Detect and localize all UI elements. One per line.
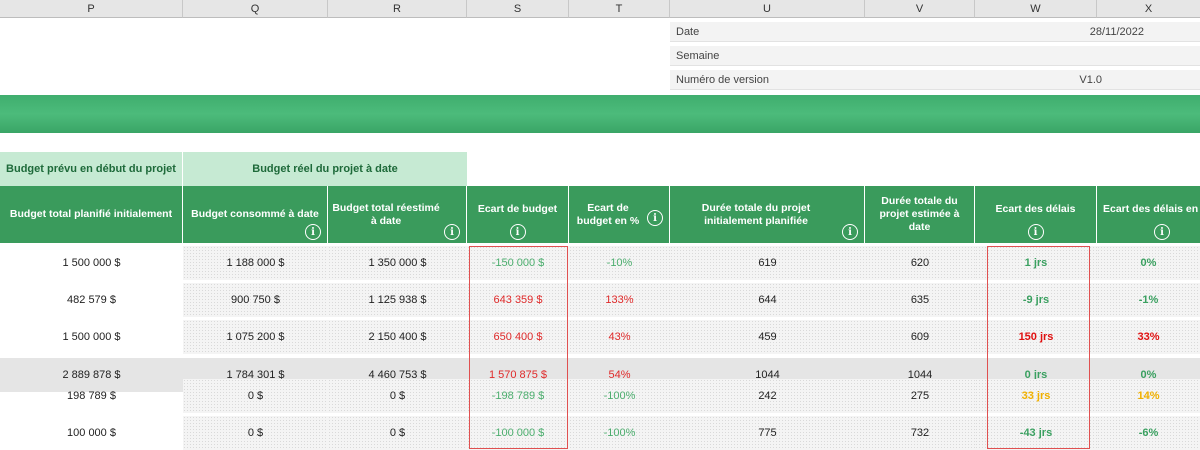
header-budget-gap-pct-label: Ecart de budget en % xyxy=(576,201,640,227)
version-value[interactable]: V1.0 xyxy=(1079,74,1108,86)
cell-delay-gap[interactable]: 33 jrs xyxy=(975,379,1097,413)
column-header-u[interactable]: U xyxy=(670,0,865,18)
cell-consumed[interactable]: 0 $ xyxy=(183,379,328,413)
cell-duration-estimated[interactable]: 275 xyxy=(865,379,975,413)
cell-duration-estimated[interactable]: 635 xyxy=(865,283,975,317)
header-duration-planned: Durée totale du projet initialement plan… xyxy=(670,186,865,243)
cell-delay-gap[interactable]: 1 jrs xyxy=(975,246,1097,280)
info-icon[interactable]: i xyxy=(305,224,321,240)
cell-budget-gap[interactable]: -100 000 $ xyxy=(467,416,569,450)
header-delay-gap-pct: Ecart des délais en i xyxy=(1097,186,1200,243)
cell-reestimated[interactable]: 1 350 000 $ xyxy=(328,246,467,280)
cell-planned[interactable]: 198 789 $ xyxy=(0,379,183,413)
header-duration-estimated: Durée totale du projet estimée à date xyxy=(865,186,975,243)
cell-reestimated[interactable]: 0 $ xyxy=(328,379,467,413)
cell-planned[interactable]: 1 500 000 $ xyxy=(0,320,183,354)
cell-delay-gap[interactable]: -9 jrs xyxy=(975,283,1097,317)
cell-budget-gap[interactable]: 650 400 $ xyxy=(467,320,569,354)
info-block: Date 28/11/2022 Semaine Numéro de versio… xyxy=(670,22,1200,90)
table-row[interactable]: 482 579 $ 900 750 $ 1 125 938 $ 643 359 … xyxy=(0,283,1200,317)
cell-reestimated[interactable]: 0 $ xyxy=(328,416,467,450)
header-planned-total: Budget total planifié initialement xyxy=(0,186,183,243)
cell-duration-planned[interactable]: 775 xyxy=(670,416,865,450)
cell-duration-planned[interactable]: 644 xyxy=(670,283,865,317)
cell-duration-planned[interactable]: 619 xyxy=(670,246,865,280)
cell-budget-gap-pct[interactable]: 43% xyxy=(569,320,670,354)
cell-delay-gap[interactable]: -43 jrs xyxy=(975,416,1097,450)
cell-consumed[interactable]: 900 750 $ xyxy=(183,283,328,317)
cell-budget-gap[interactable]: 643 359 $ xyxy=(467,283,569,317)
cell-planned[interactable]: 100 000 $ xyxy=(0,416,183,450)
cell-delay-gap-pct[interactable]: -1% xyxy=(1097,283,1200,317)
info-icon[interactable]: i xyxy=(1027,224,1044,240)
column-header-p[interactable]: P xyxy=(0,0,183,18)
header-delay-gap: Ecart des délais i xyxy=(975,186,1097,243)
cell-budget-gap[interactable]: -150 000 $ xyxy=(467,246,569,280)
cell-reestimated[interactable]: 2 150 400 $ xyxy=(328,320,467,354)
header-reestimated-label: Budget total réestimé à date xyxy=(332,201,440,227)
header-budget-gap-pct: Ecart de budget en % i xyxy=(569,186,670,243)
cell-duration-estimated[interactable]: 609 xyxy=(865,320,975,354)
cell-consumed[interactable]: 0 $ xyxy=(183,416,328,450)
week-label: Semaine xyxy=(676,49,720,62)
column-header-t[interactable]: T xyxy=(569,0,670,18)
cell-budget-gap-pct[interactable]: -100% xyxy=(569,416,670,450)
table-row[interactable]: 198 789 $ 0 $ 0 $ -198 789 $ -100% 242 2… xyxy=(0,379,1200,413)
cell-delay-gap[interactable]: 150 jrs xyxy=(975,320,1097,354)
info-icon[interactable]: i xyxy=(444,224,460,240)
cell-reestimated[interactable]: 1 125 938 $ xyxy=(328,283,467,317)
cell-budget-gap[interactable]: -198 789 $ xyxy=(467,379,569,413)
date-label: Date xyxy=(676,25,700,38)
column-header-v[interactable]: V xyxy=(865,0,975,18)
cell-delay-gap-pct[interactable]: 14% xyxy=(1097,379,1200,413)
cell-duration-planned[interactable]: 459 xyxy=(670,320,865,354)
column-header-s[interactable]: S xyxy=(467,0,569,18)
info-icon[interactable]: i xyxy=(509,224,526,240)
cell-delay-gap-pct[interactable]: -6% xyxy=(1097,416,1200,450)
version-row[interactable]: Numéro de version V1.0 xyxy=(670,70,1200,90)
info-icon[interactable]: i xyxy=(842,224,858,240)
cell-duration-planned[interactable]: 242 xyxy=(670,379,865,413)
cell-delay-gap-pct[interactable]: 33% xyxy=(1097,320,1200,354)
cell-consumed[interactable]: 1 075 200 $ xyxy=(183,320,328,354)
version-label: Numéro de version xyxy=(676,73,769,86)
cell-planned[interactable]: 1 500 000 $ xyxy=(0,246,183,280)
column-header-x[interactable]: X xyxy=(1097,0,1200,18)
info-icon[interactable]: i xyxy=(1154,224,1170,240)
cell-delay-gap-pct[interactable]: 0% xyxy=(1097,246,1200,280)
header-reestimated: Budget total réestimé à date i xyxy=(328,186,467,243)
header-delay-gap-label: Ecart des délais xyxy=(995,203,1076,215)
table-row[interactable]: 100 000 $ 0 $ 0 $ -100 000 $ -100% 775 7… xyxy=(0,416,1200,450)
header-budget-gap: Ecart de budget i xyxy=(467,186,569,243)
cell-duration-estimated[interactable]: 620 xyxy=(865,246,975,280)
table-row[interactable]: 1 500 000 $ 1 188 000 $ 1 350 000 $ -150… xyxy=(0,246,1200,280)
header-consumed-label: Budget consommé à date xyxy=(191,208,319,220)
header-duration-planned-label: Durée totale du projet initialement plan… xyxy=(701,201,811,227)
group-header-planned: Budget prévu en début du projet xyxy=(0,152,183,186)
date-value[interactable]: 28/11/2022 xyxy=(1090,26,1150,38)
cell-planned[interactable]: 482 579 $ xyxy=(0,283,183,317)
header-consumed: Budget consommé à date i xyxy=(183,186,328,243)
cell-budget-gap-pct[interactable]: -10% xyxy=(569,246,670,280)
column-header-q[interactable]: Q xyxy=(183,0,328,18)
week-row[interactable]: Semaine xyxy=(670,46,1200,66)
header-delay-gap-pct-label: Ecart des délais en xyxy=(1103,203,1199,215)
cell-consumed[interactable]: 1 188 000 $ xyxy=(183,246,328,280)
column-header-w[interactable]: W xyxy=(975,0,1097,18)
date-row[interactable]: Date 28/11/2022 xyxy=(670,22,1200,42)
info-icon[interactable]: i xyxy=(647,210,663,226)
cell-duration-estimated[interactable]: 732 xyxy=(865,416,975,450)
group-header-actual: Budget réel du projet à date xyxy=(183,152,467,186)
header-duration-estimated-label: Durée totale du projet estimée à date xyxy=(879,195,960,233)
cell-budget-gap-pct[interactable]: 133% xyxy=(569,283,670,317)
green-banner xyxy=(0,95,1200,133)
column-header-r[interactable]: R xyxy=(328,0,467,18)
header-budget-gap-label: Ecart de budget xyxy=(477,203,558,215)
cell-budget-gap-pct[interactable]: -100% xyxy=(569,379,670,413)
table-row[interactable]: 1 500 000 $ 1 075 200 $ 2 150 400 $ 650 … xyxy=(0,320,1200,354)
header-planned-total-label: Budget total planifié initialement xyxy=(9,208,173,220)
